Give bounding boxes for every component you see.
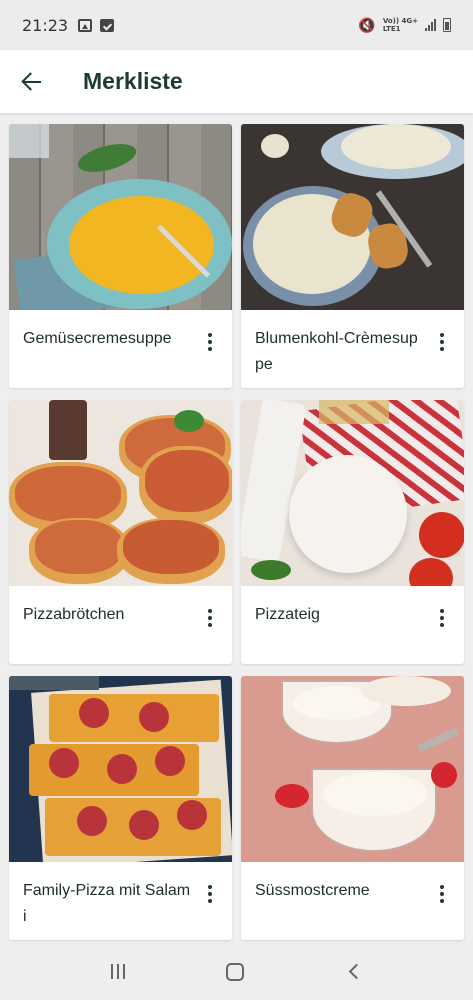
recipe-title: Pizzateig — [255, 606, 320, 623]
recipe-image — [9, 124, 232, 310]
recipe-title: Family-Pizza mit Salami — [23, 882, 191, 925]
more-vertical-icon[interactable] — [430, 330, 454, 354]
recipe-title: Süssmostcreme — [255, 882, 370, 899]
recipe-card[interactable]: Pizzabrötchen — [9, 400, 232, 664]
recipe-card[interactable]: Pizzateig — [241, 400, 464, 664]
home-button[interactable] — [225, 962, 244, 981]
recipe-title: Pizzabrötchen — [23, 606, 125, 623]
recipe-image — [241, 400, 464, 586]
status-bar: 21:23 🔇 Vo)) 4G+ LTE1 — [0, 0, 473, 50]
notification-icons — [78, 18, 115, 32]
card-footer: Blumenkohl-Crèmesuppe — [241, 310, 464, 388]
card-footer: Family-Pizza mit Salami — [9, 862, 232, 940]
recipe-list[interactable]: Gemüsecremesuppe Blumenkohl-Crèmesuppe P… — [0, 113, 473, 943]
status-indicators: 🔇 Vo)) 4G+ LTE1 — [358, 17, 451, 34]
recipe-card[interactable]: Gemüsecremesuppe — [9, 124, 232, 388]
battery-icon — [443, 18, 451, 32]
recents-button[interactable] — [110, 964, 125, 979]
system-nav-bar — [0, 943, 473, 1000]
card-footer: Pizzateig — [241, 586, 464, 664]
status-time: 21:23 — [22, 15, 69, 35]
signal-icon — [425, 19, 436, 31]
recipe-image — [9, 676, 232, 862]
system-back-button[interactable] — [349, 963, 365, 980]
recipe-image — [241, 124, 464, 310]
more-vertical-icon[interactable] — [198, 606, 222, 630]
recipe-card[interactable]: Süssmostcreme — [241, 676, 464, 940]
recipe-image — [9, 400, 232, 586]
back-button[interactable] — [0, 50, 64, 113]
card-footer: Pizzabrötchen — [9, 586, 232, 664]
more-vertical-icon[interactable] — [430, 882, 454, 906]
recipe-title: Blumenkohl-Crèmesuppe — [255, 330, 418, 373]
image-notification-icon — [78, 18, 93, 32]
arrow-left-icon — [22, 72, 42, 92]
more-vertical-icon[interactable] — [430, 606, 454, 630]
recipe-title: Gemüsecremesuppe — [23, 330, 172, 347]
recipe-card[interactable]: Family-Pizza mit Salami — [9, 676, 232, 940]
recipe-grid: Gemüsecremesuppe Blumenkohl-Crèmesuppe P… — [9, 124, 464, 940]
network-bottom: LTE1 — [382, 25, 401, 33]
mute-icon: 🔇 — [358, 16, 376, 33]
recipe-image — [241, 676, 464, 862]
card-footer: Süssmostcreme — [241, 862, 464, 940]
more-vertical-icon[interactable] — [198, 330, 222, 354]
task-notification-icon — [100, 18, 115, 32]
page-title: Merkliste — [83, 68, 183, 94]
app-bar: Merkliste — [0, 50, 473, 113]
card-footer: Gemüsecremesuppe — [9, 310, 232, 388]
network-indicator: Vo)) 4G+ LTE1 — [383, 17, 418, 33]
network-top: Vo)) 4G+ — [382, 17, 418, 25]
recipe-card[interactable]: Blumenkohl-Crèmesuppe — [241, 124, 464, 388]
more-vertical-icon[interactable] — [198, 882, 222, 906]
